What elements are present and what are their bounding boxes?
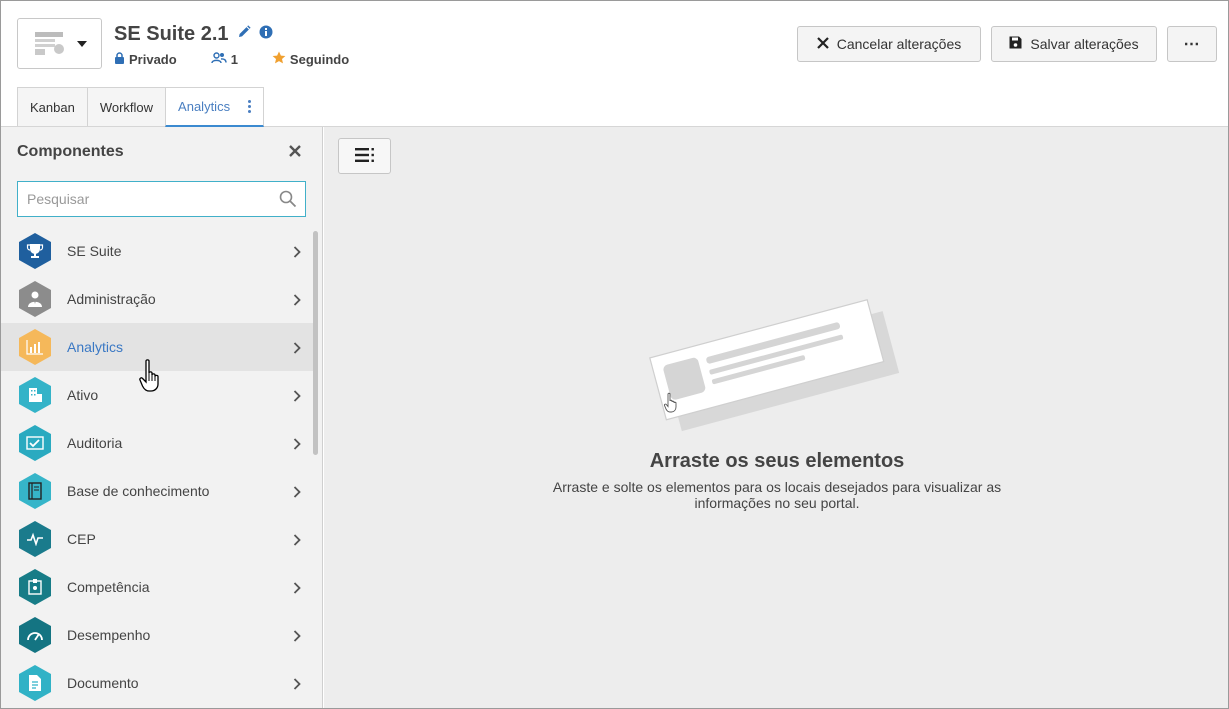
audit-check-icon xyxy=(19,425,51,461)
component-label: Ativo xyxy=(67,387,99,403)
follow-status[interactable]: Seguindo xyxy=(272,51,349,67)
component-label: Documento xyxy=(67,675,139,691)
component-label: SE Suite xyxy=(67,243,122,259)
cancel-changes-button[interactable]: Cancelar alterações xyxy=(797,26,981,62)
trophy-icon xyxy=(19,233,51,269)
chevron-right-icon xyxy=(293,293,301,311)
tab-menu-kebab-icon[interactable] xyxy=(248,100,252,113)
tab-analytics[interactable]: Analytics xyxy=(165,87,265,127)
pulse-icon xyxy=(19,521,51,557)
layout-menu-button[interactable] xyxy=(338,138,391,174)
chevron-right-icon xyxy=(293,629,301,647)
component-item-competencia[interactable]: Competência xyxy=(1,563,313,611)
ellipsis-icon: ⋯ xyxy=(1183,36,1201,53)
info-icon[interactable] xyxy=(259,25,273,44)
chevron-right-icon xyxy=(293,245,301,263)
document-icon xyxy=(19,665,51,701)
privacy-label: Privado xyxy=(129,51,177,67)
tab-label: Workflow xyxy=(99,99,154,115)
close-panel-icon[interactable] xyxy=(285,141,305,161)
cancel-changes-label: Cancelar alterações xyxy=(836,36,962,52)
bar-chart-icon xyxy=(19,329,51,365)
floppy-disk-icon xyxy=(1009,36,1022,52)
empty-state-title: Arraste os seus elementos xyxy=(649,450,905,472)
chevron-right-icon xyxy=(293,581,301,599)
component-label: Desempenho xyxy=(67,627,151,643)
follow-label: Seguindo xyxy=(289,51,350,67)
chevron-right-icon xyxy=(293,389,301,407)
portal-header: SE Suite 2.1 Privado 1 Seguindo Cancelar… xyxy=(1,1,1228,127)
star-icon xyxy=(272,51,286,67)
component-item-administracao[interactable]: Administração xyxy=(1,275,313,323)
hand-pointer-cursor-icon xyxy=(139,359,165,398)
save-changes-label: Salvar alterações xyxy=(1030,36,1139,52)
badge-icon xyxy=(19,569,51,605)
components-list: SE Suite Administração Analytics Ativo A… xyxy=(1,227,313,707)
tab-workflow[interactable]: Workflow xyxy=(86,87,167,126)
component-item-auditoria[interactable]: Auditoria xyxy=(1,419,313,467)
component-item-base-de-conhecimento[interactable]: Base de conhecimento xyxy=(1,467,313,515)
tab-label: Analytics xyxy=(178,99,231,114)
component-item-desempenho[interactable]: Desempenho xyxy=(1,611,313,659)
portal-tabs: Kanban Workflow Analytics xyxy=(17,87,265,127)
search-box xyxy=(17,181,306,217)
more-options-button[interactable]: ⋯ xyxy=(1167,26,1217,62)
component-label: Analytics xyxy=(67,339,124,355)
components-panel: Componentes SE Suite Administraçã xyxy=(1,127,323,708)
edit-pencil-icon[interactable] xyxy=(237,25,251,44)
component-item-cep[interactable]: CEP xyxy=(1,515,313,563)
component-label: Administração xyxy=(67,291,156,307)
chevron-right-icon xyxy=(293,677,301,695)
component-item-documento[interactable]: Documento xyxy=(1,659,313,707)
user-admin-icon xyxy=(19,281,51,317)
portal-canvas: Arraste os seus elementos Arraste e solt… xyxy=(324,127,1228,708)
page-title: SE Suite 2.1 xyxy=(114,23,229,45)
users-icon xyxy=(210,51,227,67)
chevron-right-icon xyxy=(293,533,301,551)
book-icon xyxy=(19,473,51,509)
component-label: Auditoria xyxy=(67,435,123,451)
component-label: CEP xyxy=(67,531,96,547)
list-menu-icon xyxy=(354,147,375,165)
components-panel-title: Componentes xyxy=(17,143,124,160)
component-item-se-suite[interactable]: SE Suite xyxy=(1,227,313,275)
drag-drop-illustration xyxy=(648,295,908,440)
component-label: Competência xyxy=(67,579,150,595)
chevron-right-icon xyxy=(293,341,301,359)
chevron-right-icon xyxy=(293,437,301,455)
close-icon xyxy=(816,36,829,52)
gauge-icon xyxy=(19,617,51,653)
app-window: SE Suite 2.1 Privado 1 Seguindo Cancelar… xyxy=(0,0,1229,709)
save-changes-button[interactable]: Salvar alterações xyxy=(991,26,1157,62)
tab-kanban[interactable]: Kanban xyxy=(17,87,88,126)
members-count-value: 1 xyxy=(230,51,238,67)
lock-icon xyxy=(114,51,125,67)
empty-state-description: Arraste e solte os elementos para os loc… xyxy=(552,479,1002,511)
privacy-status: Privado xyxy=(114,52,177,67)
component-label: Base de conhecimento xyxy=(67,483,210,499)
chevron-right-icon xyxy=(293,485,301,503)
chevron-down-icon xyxy=(76,40,87,47)
search-icon[interactable] xyxy=(279,190,297,213)
portal-thumbnail-dropdown[interactable] xyxy=(17,18,102,69)
components-list-scrollbar[interactable] xyxy=(313,231,318,455)
members-count[interactable]: 1 xyxy=(210,51,238,67)
search-input[interactable] xyxy=(18,182,305,216)
building-icon xyxy=(19,377,51,413)
tab-label: Kanban xyxy=(30,99,75,115)
portal-thumbnail-icon xyxy=(33,29,67,59)
